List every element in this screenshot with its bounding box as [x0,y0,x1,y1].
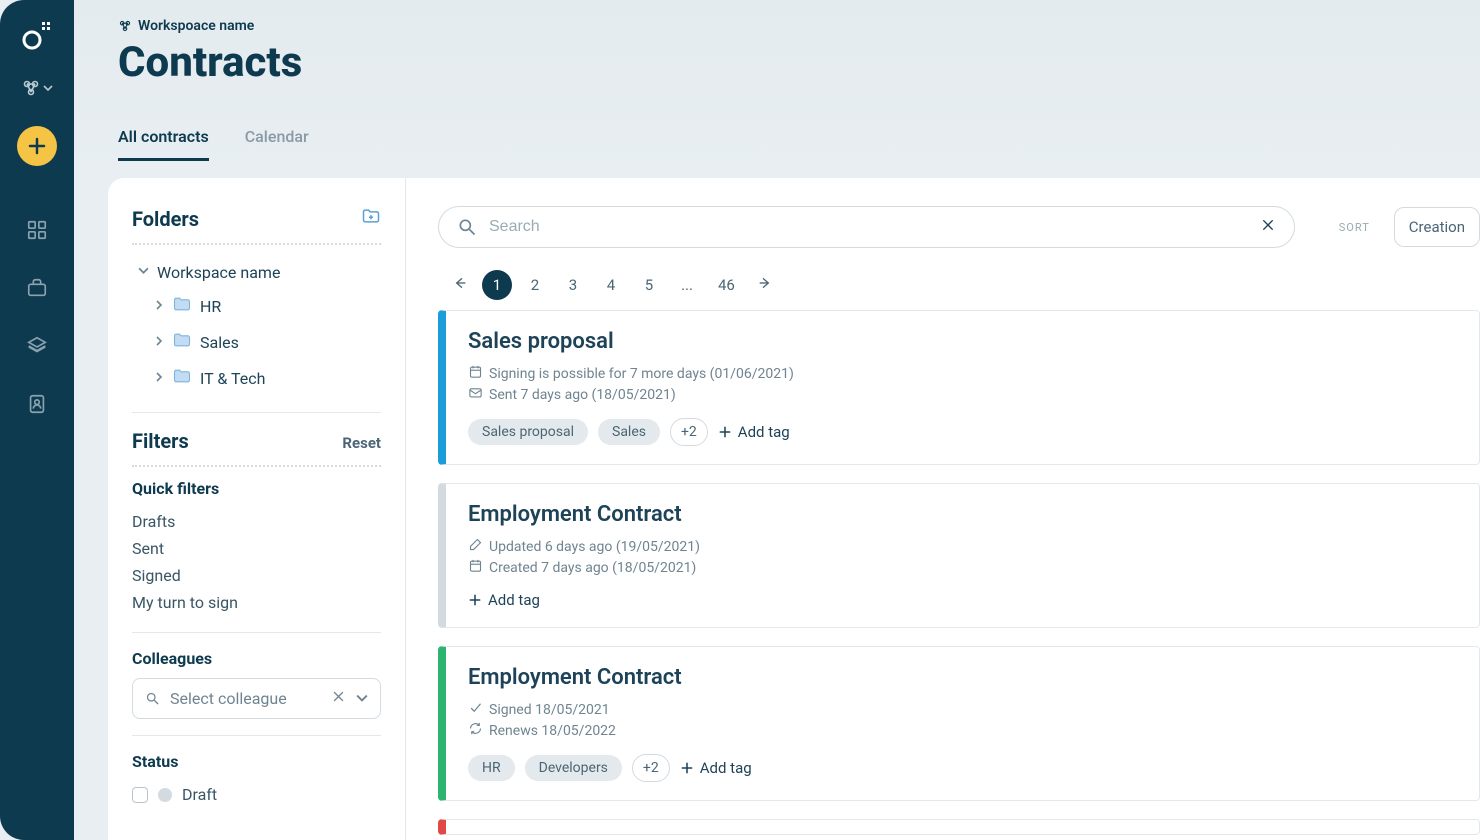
contacts-nav-icon[interactable] [17,384,57,424]
dashboard-nav-icon[interactable] [17,210,57,250]
folder-label: Sales [200,333,239,352]
folder-item[interactable]: Sales [132,324,381,360]
status-dot-icon [158,788,172,802]
page-prev-button[interactable] [446,275,474,295]
search-icon [145,691,160,706]
briefcase-nav-icon[interactable] [17,268,57,308]
contract-meta-line: Renews 18/05/2022 [468,721,1457,740]
check-icon [468,700,483,719]
colleague-placeholder: Select colleague [170,689,321,708]
contract-meta-line: Updated 6 days ago (19/05/2021) [468,537,1457,556]
folder-icon [172,294,192,318]
folder-root-label: Workspace name [157,263,280,282]
status-checkbox[interactable] [132,787,148,803]
plus-icon [718,425,732,439]
filters-heading: Filters [132,429,189,453]
contract-title: Employment Contract [468,665,1457,690]
more-tags-pill[interactable]: +2 [632,754,670,782]
chevron-down-icon [43,77,53,98]
page-title: Contracts [118,38,1436,87]
colleague-select[interactable]: Select colleague [132,678,381,719]
contract-title: Sales proposal [468,329,1457,354]
add-tag-button[interactable]: Add tag [680,759,752,777]
chevron-down-icon [138,265,149,280]
tag-pill[interactable]: Sales proposal [468,419,588,445]
search-input[interactable] [489,218,1248,236]
status-label: Draft [182,785,217,804]
tag-pill[interactable]: Developers [525,755,622,781]
page-next-button[interactable] [751,275,779,295]
folder-label: IT & Tech [200,369,265,388]
plus-icon [468,593,482,607]
quick-filter-item[interactable]: Signed [132,562,381,589]
breadcrumb[interactable]: Workspoace name [118,18,1436,34]
folder-item[interactable]: HR [132,288,381,324]
contract-meta-line: Created 7 days ago (18/05/2021) [468,558,1457,577]
status-heading: Status [132,752,381,771]
quick-filter-item[interactable]: Sent [132,535,381,562]
contract-card[interactable]: Employment Contract Signed 18/05/2021 Rene… [438,646,1480,801]
add-folder-button[interactable] [361,206,381,231]
folder-icon [172,366,192,390]
folder-label: HR [200,297,221,316]
calendar-icon [468,364,483,383]
page-number-button[interactable]: 2 [520,270,550,300]
folders-heading: Folders [132,207,199,231]
contract-meta-line: Signing is possible for 7 more days (01/… [468,364,1457,383]
sort-select[interactable]: Creation [1394,207,1480,247]
page-number-button[interactable]: 1 [482,270,512,300]
chevron-right-icon [154,335,164,350]
create-button[interactable] [17,126,57,166]
edit-icon [468,537,483,556]
contract-card[interactable]: Sales proposal Signing is possible for 7 … [438,310,1480,465]
page-number-button[interactable]: 46 [710,270,743,300]
workspace-icon [118,19,132,33]
clear-search-button[interactable] [1260,217,1276,237]
status-row[interactable]: Draft [132,781,381,808]
app-logo[interactable] [20,18,54,59]
tag-pill[interactable]: HR [468,755,515,781]
colleagues-heading: Colleagues [132,649,381,668]
add-folder-icon [361,206,381,226]
reset-filters-button[interactable]: Reset [342,434,381,452]
refresh-icon [468,721,483,740]
page-number-button[interactable]: ... [672,270,702,300]
search-icon [457,217,477,237]
tag-pill[interactable]: Sales [598,419,660,445]
workspace-switcher[interactable] [21,77,53,98]
page-number-button[interactable]: 4 [596,270,626,300]
quick-filter-item[interactable]: Drafts [132,508,381,535]
chevron-down-icon [356,689,368,708]
page-number-button[interactable]: 5 [634,270,664,300]
folder-icon [172,330,192,354]
tab-calendar[interactable]: Calendar [245,127,309,161]
add-tag-button[interactable]: Add tag [718,423,790,441]
contract-title: Employment Contract [468,502,1457,527]
quick-filters-heading: Quick filters [132,479,381,498]
calendar-icon [468,558,483,577]
clear-icon[interactable] [331,689,346,708]
breadcrumb-label: Workspoace name [138,18,254,34]
contract-card[interactable]: Employment Contract Updated 6 days ago (1… [438,483,1480,628]
chevron-right-icon [154,371,164,386]
search-box[interactable] [438,206,1295,248]
mail-icon [468,385,483,404]
folder-root[interactable]: Workspace name [132,257,381,288]
layers-nav-icon[interactable] [17,326,57,366]
contract-meta-line: Sent 7 days ago (18/05/2021) [468,385,1457,404]
contract-meta-line: Signed 18/05/2021 [468,700,1457,719]
page-number-button[interactable]: 3 [558,270,588,300]
sort-label: SORT [1339,221,1370,234]
folder-item[interactable]: IT & Tech [132,360,381,396]
add-tag-button[interactable]: Add tag [468,591,540,609]
chevron-right-icon [154,299,164,314]
tab-all-contracts[interactable]: All contracts [118,127,209,161]
quick-filter-item[interactable]: My turn to sign [132,589,381,616]
more-tags-pill[interactable]: +2 [670,418,708,446]
contract-card[interactable] [438,819,1480,835]
plus-icon [680,761,694,775]
